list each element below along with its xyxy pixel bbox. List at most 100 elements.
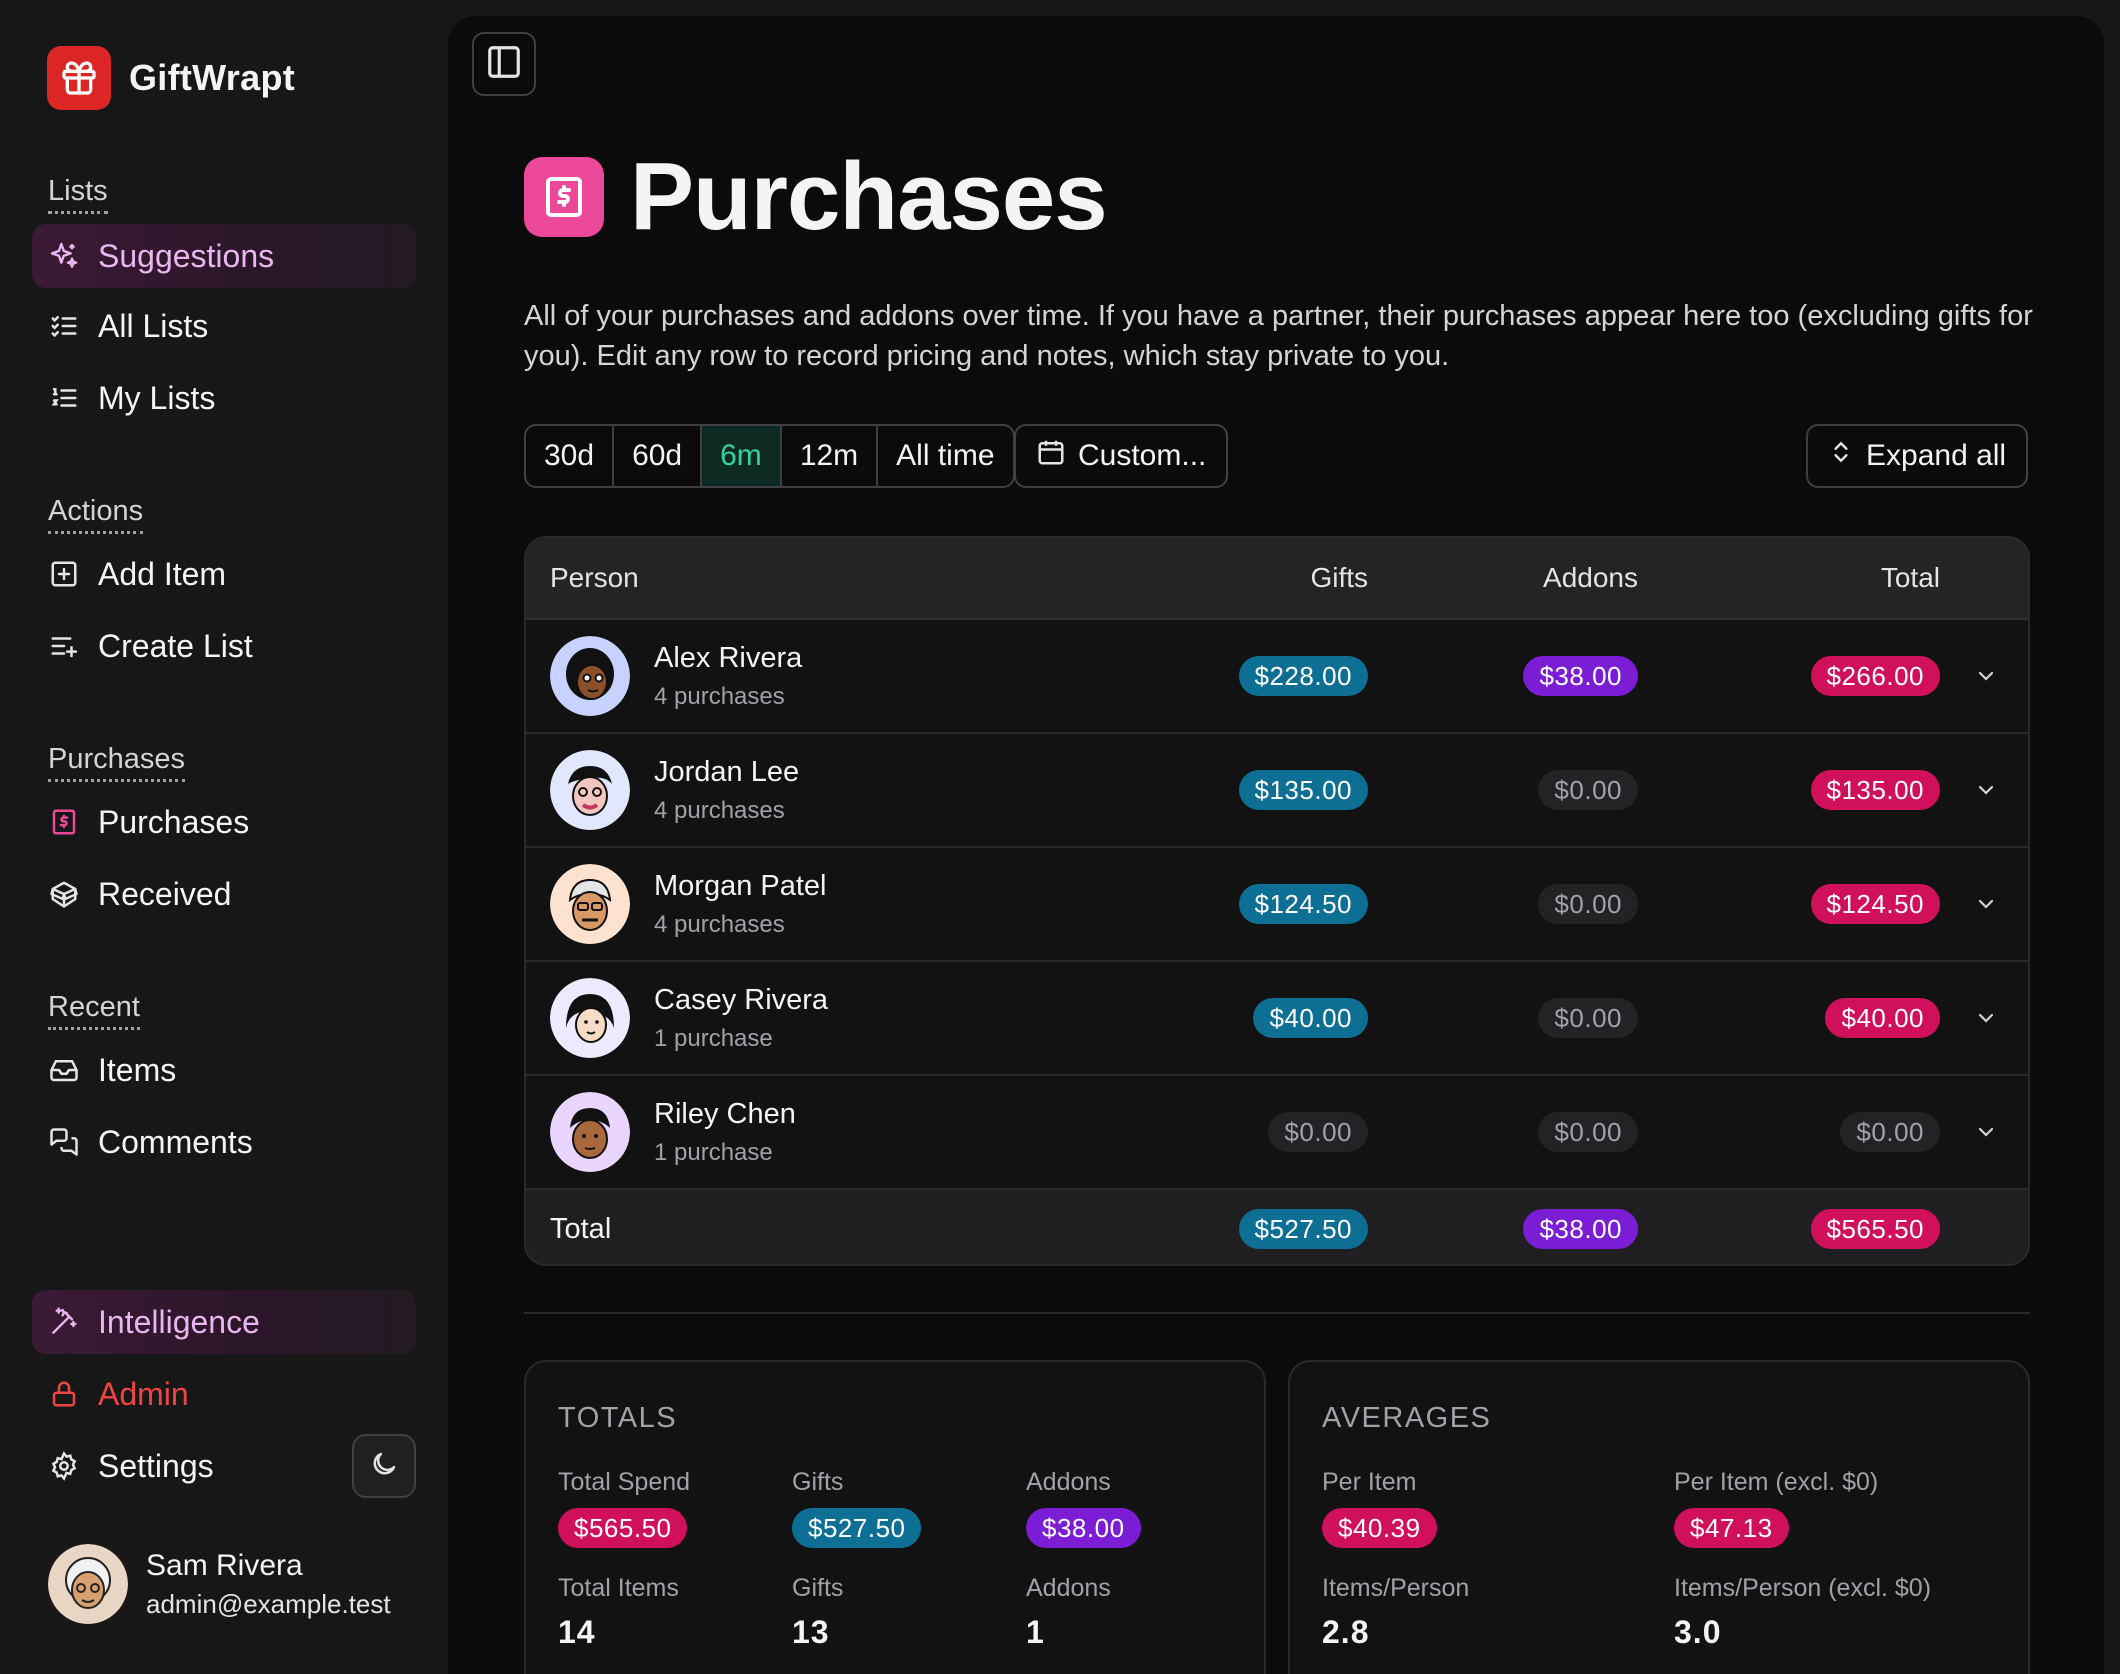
person-name: Casey Rivera [654,983,829,1016]
square-plus-icon [48,558,80,590]
gift-items-value: 13 [792,1614,830,1650]
sidebar-item-label: Comments [98,1123,253,1160]
list-check-icon [48,310,80,342]
sidebar-toggle-button[interactable] [472,32,536,96]
items-per-person-excl-label: Items/Person (excl. $0) [1674,1574,1932,1602]
sidebar-item-suggestions[interactable]: Suggestions [32,224,416,288]
sidebar-item-label: Admin [98,1375,189,1412]
expand-all-button[interactable]: Expand all [1806,424,2029,488]
table-header: Person Gifts Addons Total [526,538,2028,620]
addons-spend-value: $38.00 [1026,1508,1141,1548]
footer-gifts-amount: $527.50 [1238,1209,1368,1249]
total-spend-label: Total Spend [558,1468,691,1496]
column-header-addons[interactable]: Addons [1543,562,1638,594]
table-row[interactable]: Morgan Patel 4 purchases $124.50 $0.00 $1… [526,848,2028,962]
sidebar-item-received[interactable]: Received [32,862,416,926]
chevron-down-icon[interactable] [1972,1004,2000,1032]
person-name: Jordan Lee [654,755,800,788]
gifts-amount: $40.00 [1253,998,1368,1038]
list-plus-icon [48,630,80,662]
brand[interactable]: GiftWrapt [47,46,295,110]
chevron-down-icon[interactable] [1972,662,2000,690]
sidebar-item-label: Suggestions [98,237,275,274]
range-12m[interactable]: 12m [782,426,879,486]
avatar [550,1092,630,1172]
magic-wand-icon [48,1306,80,1338]
sidebar-item-admin[interactable]: Admin [32,1362,416,1426]
footer-addons-amount: $38.00 [1523,1209,1638,1249]
custom-range-button[interactable]: Custom... [1014,424,1229,488]
sidebar-item-label: Purchases [98,803,250,840]
avatar [550,750,630,830]
range-all-time[interactable]: All time [878,426,1012,486]
main-panel: Purchases All of your purchases and addo… [448,16,2104,1674]
sidebar-item-settings[interactable]: Settings [32,1434,332,1498]
total-amount: $135.00 [1810,770,1940,810]
person-name: Alex Rivera [654,641,803,674]
table-row[interactable]: Riley Chen 1 purchase $0.00 $0.00 $0.00 [526,1076,2028,1190]
column-header-person[interactable]: Person [550,562,639,594]
sidebar-item-intelligence[interactable]: Intelligence [32,1290,416,1354]
inbox-icon [48,1054,80,1086]
gifts-amount: $124.50 [1238,884,1368,924]
sidebar-item-purchases[interactable]: Purchases [32,790,416,854]
user-email: admin@example.test [146,1588,391,1619]
addons-amount: $0.00 [1538,770,1638,810]
sidebar-item-comments[interactable]: Comments [32,1110,416,1174]
section-label-purchases: Purchases [48,743,186,782]
table-row[interactable]: Jordan Lee 4 purchases $135.00 $0.00 $135… [526,734,2028,848]
footer-total-amount: $565.50 [1810,1209,1940,1249]
footer-label: Total [550,1212,612,1245]
sidebar-item-label: Add Item [98,555,227,592]
sidebar-item-my-lists[interactable]: My Lists [32,366,416,430]
date-range-selector: 30d 60d 6m 12m All time [524,424,1015,488]
sidebar-item-add-item[interactable]: Add Item [32,542,416,606]
sidebar-item-create-list[interactable]: Create List [32,614,416,678]
custom-range-label: Custom... [1078,439,1207,472]
purchase-count: 4 purchases [654,682,785,710]
per-item-excl-label: Per Item (excl. $0) [1674,1468,1879,1496]
sidebar-item-label: Intelligence [98,1303,260,1340]
items-per-person-excl-value: 3.0 [1674,1614,1722,1650]
lock-icon [48,1378,80,1410]
averages-title: AVERAGES [1322,1402,1492,1434]
column-header-total[interactable]: Total [1881,562,1940,594]
range-6m[interactable]: 6m [702,426,782,486]
avatar [550,636,630,716]
chevron-down-icon[interactable] [1972,890,2000,918]
sidebar-item-items[interactable]: Items [32,1038,416,1102]
total-spend-value: $565.50 [558,1508,688,1548]
user-profile[interactable]: Sam Rivera admin@example.test [48,1544,391,1624]
addons-amount: $38.00 [1523,656,1638,696]
per-item-value: $40.39 [1322,1508,1437,1548]
theme-toggle-button[interactable] [352,1434,416,1498]
avatar [550,978,630,1058]
range-60d[interactable]: 60d [614,426,703,486]
calendar-icon [1036,437,1066,475]
gift-icon [47,46,111,110]
purchase-count: 1 purchase [654,1138,773,1166]
receipt-dollar-icon [524,157,604,237]
panel-left-icon [485,43,523,86]
sidebar-item-all-lists[interactable]: All Lists [32,294,416,358]
gear-icon [48,1450,80,1482]
chevron-down-icon[interactable] [1972,1118,2000,1146]
chevron-down-icon[interactable] [1972,776,2000,804]
table-row[interactable]: Casey Rivera 1 purchase $40.00 $0.00 $40.… [526,962,2028,1076]
purchase-count: 4 purchases [654,910,785,938]
app-window: GiftWrapt Lists Suggestions All Lists My… [0,0,2120,1674]
section-divider [524,1312,2030,1314]
avatar [550,864,630,944]
sidebar-item-label: My Lists [98,379,216,416]
section-label-lists: Lists [48,175,108,214]
user-name: Sam Rivera [146,1548,303,1582]
brand-name: GiftWrapt [129,57,296,98]
sidebar: GiftWrapt Lists Suggestions All Lists My… [0,0,448,1674]
purchases-table: Person Gifts Addons Total Alex Rivera 4 p… [524,536,2030,1266]
range-30d[interactable]: 30d [526,426,615,486]
sidebar-item-label: Items [98,1051,177,1088]
moon-icon [369,1449,399,1484]
table-row[interactable]: Alex Rivera 4 purchases $228.00 $38.00 $2… [526,620,2028,734]
column-header-gifts[interactable]: Gifts [1310,562,1368,594]
avatar [48,1544,128,1624]
